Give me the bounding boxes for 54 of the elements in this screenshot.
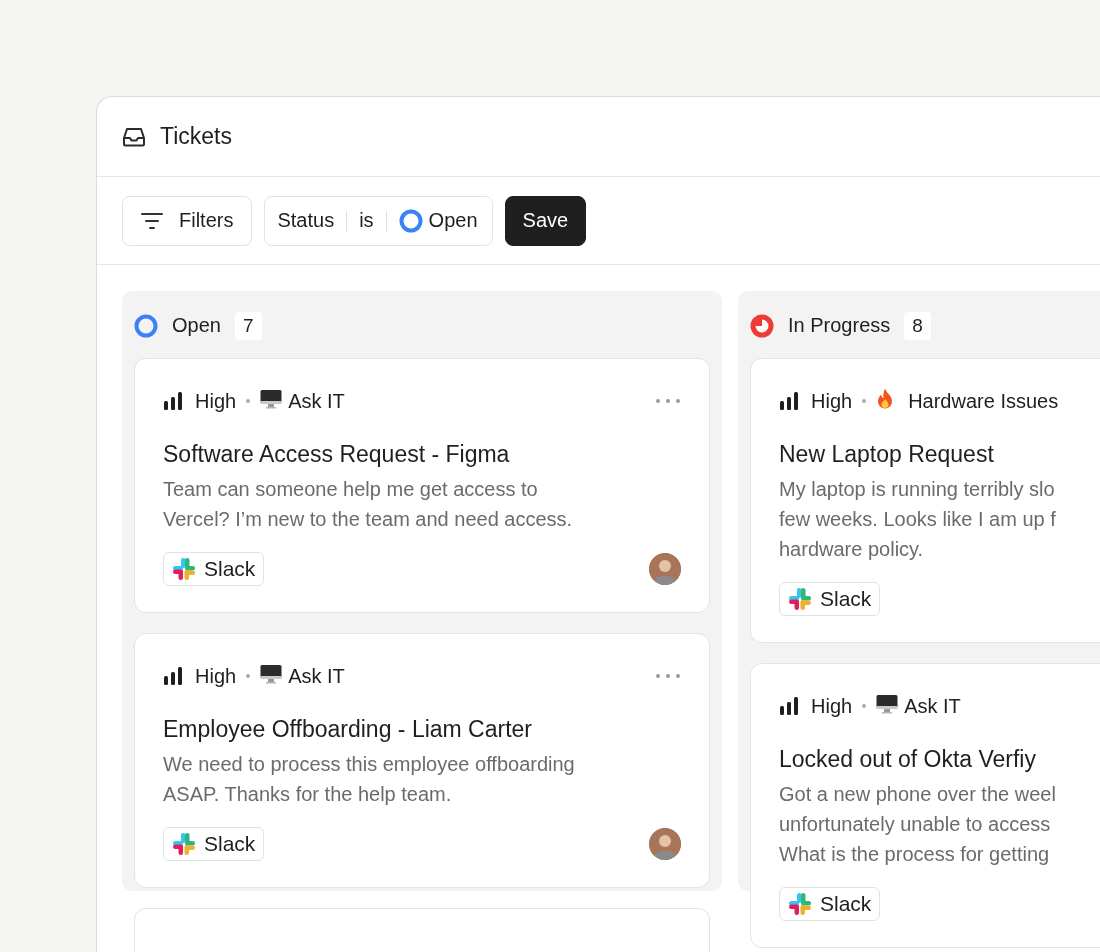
- monitor-icon: [260, 388, 283, 409]
- ticket-description: We need to process this employee offboarding ASAP. Thanks for the help team.: [163, 752, 576, 807]
- slack-icon: [172, 557, 196, 581]
- source-label: Slack: [820, 892, 872, 916]
- open-status-icon: [134, 313, 158, 338]
- in-progress-status-icon: [750, 313, 774, 338]
- category-label: Ask IT: [904, 694, 961, 718]
- slack-icon: [788, 892, 812, 916]
- filter-value: Open: [428, 209, 478, 232]
- filter-field: Status: [277, 209, 335, 232]
- monitor-icon: [876, 693, 899, 714]
- category-label: Hardware Issues: [908, 389, 1059, 413]
- filter-chip[interactable]: Status is Open: [264, 195, 493, 246]
- filter-operator: is: [359, 209, 374, 232]
- ticket-description: My laptop is running terribly slo few weeks. Looks like I am up f hardware policy.: [779, 477, 1057, 562]
- priority-label: High: [195, 389, 237, 413]
- priority-label: High: [811, 389, 853, 413]
- fire-icon: [876, 387, 895, 410]
- category-label: Ask IT: [288, 664, 345, 688]
- category-label: Ask IT: [288, 389, 345, 413]
- count-badge: 7: [234, 311, 262, 340]
- column-title: In Progress: [788, 314, 891, 337]
- ticket-description: Got a new phone over the weel unfortunately unable to access What is the process for getting: [779, 782, 1057, 867]
- priority-label: High: [195, 664, 237, 688]
- window-title: Tickets: [160, 123, 232, 150]
- slack-icon: [788, 587, 812, 611]
- signal-bars-icon: [163, 392, 183, 410]
- filter-icon: [141, 212, 163, 229]
- ticket-title: Employee Offboarding - Liam Carter: [163, 716, 534, 743]
- more-icon[interactable]: [655, 398, 681, 404]
- save-button[interactable]: Save: [504, 195, 587, 246]
- slack-icon: [172, 832, 196, 856]
- ticket-description: Team can someone help me get access to Vercel? I’m new to the team and need access.: [163, 477, 574, 532]
- ticket-title: Software Access Request - Figma: [163, 441, 511, 468]
- signal-bars-icon: [163, 667, 183, 685]
- ticket-card[interactable]: High Hardware Issues New Laptop Request My laptop is running terribly slo few weeks. Looks like I am up f hardware policy. Slack: [750, 358, 1100, 643]
- priority-label: High: [811, 694, 853, 718]
- ticket-title: New Laptop Request: [779, 441, 995, 468]
- source-label: Slack: [820, 587, 872, 611]
- signal-bars-icon: [779, 697, 799, 715]
- more-icon[interactable]: [655, 673, 681, 679]
- source-label: Slack: [204, 832, 256, 856]
- signal-bars-icon: [779, 392, 799, 410]
- inbox-icon: [122, 126, 146, 147]
- ticket-title: Locked out of Okta Verfiy: [779, 746, 1037, 773]
- ticket-card[interactable]: High Ask IT Locked out of Okta Verfiy Got a new phone over the weel unfortunately unable to access What is the process for getting Slack: [750, 663, 1100, 948]
- ticket-card[interactable]: High Ask IT Employee Offboarding - Liam Carter We need to process this employee offboarding ASAP. Thanks for the help team. Slack: [134, 633, 710, 888]
- source-label: Slack: [204, 557, 256, 581]
- filters-button[interactable]: Filters: [122, 195, 253, 246]
- monitor-icon: [260, 663, 283, 684]
- count-badge: 8: [904, 311, 931, 340]
- open-status-icon: [398, 208, 423, 233]
- ticket-card[interactable]: High Ask IT Software Access Request - Figma Team can someone help me get access to Vercel? I’m new to the team and need access. Slack: [134, 358, 710, 613]
- column-title: Open: [172, 314, 221, 337]
